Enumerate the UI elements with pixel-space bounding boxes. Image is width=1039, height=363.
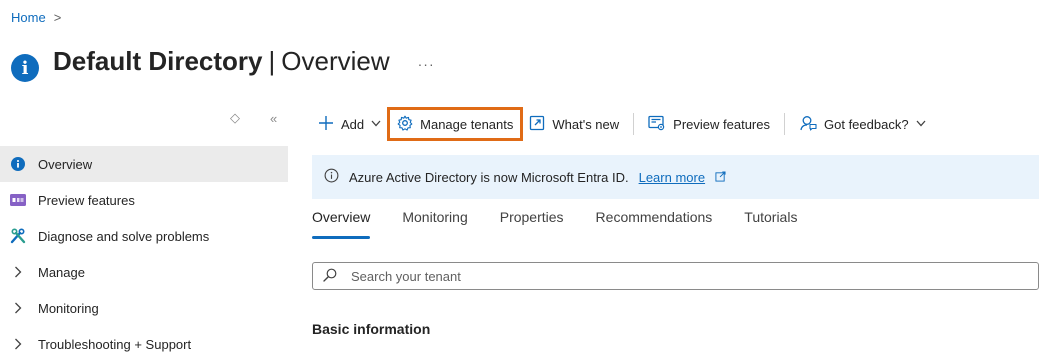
sidebar: Overview Preview features Diagnose and s… [0, 146, 288, 362]
search-input[interactable] [351, 268, 951, 284]
sidebar-item-label: Diagnose and solve problems [38, 228, 210, 244]
sidebar-item-overview[interactable]: Overview [0, 146, 288, 182]
chevron-right-icon [10, 302, 26, 314]
chevron-right-icon [10, 266, 26, 278]
add-label: Add [341, 116, 365, 132]
sidebar-controls: ◇ « [230, 110, 277, 126]
preview-features-button[interactable]: Preview features [642, 108, 776, 140]
breadcrumb-separator: > [53, 10, 62, 25]
command-bar: Add Manage tenants What's new Preview fe… [312, 106, 932, 142]
sidebar-item-label: Manage [38, 264, 85, 280]
tab-bar: Overview Monitoring Properties Recommend… [312, 207, 829, 239]
gear-icon [397, 115, 413, 134]
sidebar-item-diagnose[interactable]: Diagnose and solve problems [0, 218, 288, 254]
chevron-right-icon [10, 338, 26, 350]
sidebar-item-monitoring[interactable]: Monitoring [0, 290, 288, 326]
sidebar-item-label: Overview [38, 156, 93, 172]
feedback-icon [799, 115, 817, 134]
info-banner: Azure Active Directory is now Microsoft … [312, 155, 1039, 199]
page-subtitle: Overview [281, 45, 390, 76]
sidebar-item-preview-features[interactable]: Preview features [0, 182, 288, 218]
search-box [312, 262, 1039, 290]
tab-recommendations[interactable]: Recommendations [596, 207, 713, 239]
basic-information-heading: Basic information [312, 321, 431, 337]
collapse-sidebar-icon[interactable]: « [270, 111, 277, 126]
search-icon [323, 268, 337, 285]
preview-features-icon [10, 192, 26, 208]
sidebar-item-manage[interactable]: Manage [0, 254, 288, 290]
manage-tenants-label: Manage tenants [420, 116, 514, 132]
chevron-down-icon [371, 119, 381, 130]
info-icon: i [11, 54, 39, 82]
tab-tutorials[interactable]: Tutorials [744, 207, 797, 239]
title-separator: | [268, 45, 276, 76]
external-link-icon[interactable] [715, 170, 726, 185]
banner-text: Azure Active Directory is now Microsoft … [349, 169, 629, 185]
tab-monitoring[interactable]: Monitoring [402, 207, 467, 239]
sidebar-item-troubleshooting[interactable]: Troubleshooting + Support [0, 326, 288, 362]
breadcrumb-home-link[interactable]: Home [11, 10, 46, 25]
more-options-icon[interactable]: ··· [418, 56, 435, 72]
tab-properties[interactable]: Properties [500, 207, 564, 239]
plus-icon [318, 115, 334, 134]
sidebar-item-label: Monitoring [38, 300, 99, 316]
wrench-icon [10, 228, 26, 244]
whats-new-label: What's new [552, 116, 620, 132]
sidebar-item-label: Preview features [38, 192, 135, 208]
feedback-button[interactable]: Got feedback? [793, 108, 932, 140]
page-title: Default Directory [53, 45, 263, 76]
toolbar-divider [784, 113, 785, 135]
toolbar-divider [633, 113, 635, 135]
sidebar-item-label: Troubleshooting + Support [38, 336, 192, 352]
external-link-icon [529, 115, 545, 134]
manage-tenants-button[interactable]: Manage tenants [387, 107, 524, 141]
feedback-label: Got feedback? [824, 116, 909, 132]
add-button[interactable]: Add [312, 108, 387, 140]
whats-new-button[interactable]: What's new [523, 108, 625, 140]
learn-more-link[interactable]: Learn more [639, 170, 705, 185]
info-outline-icon [324, 168, 339, 186]
preview-features-icon [648, 115, 666, 134]
info-icon [10, 156, 26, 172]
pin-icon[interactable]: ◇ [230, 110, 240, 126]
chevron-down-icon [916, 119, 926, 130]
preview-features-label: Preview features [673, 116, 770, 132]
page-header: i Default Directory | Overview ··· [11, 40, 435, 82]
breadcrumb: Home > [11, 10, 61, 25]
tab-overview[interactable]: Overview [312, 207, 371, 239]
